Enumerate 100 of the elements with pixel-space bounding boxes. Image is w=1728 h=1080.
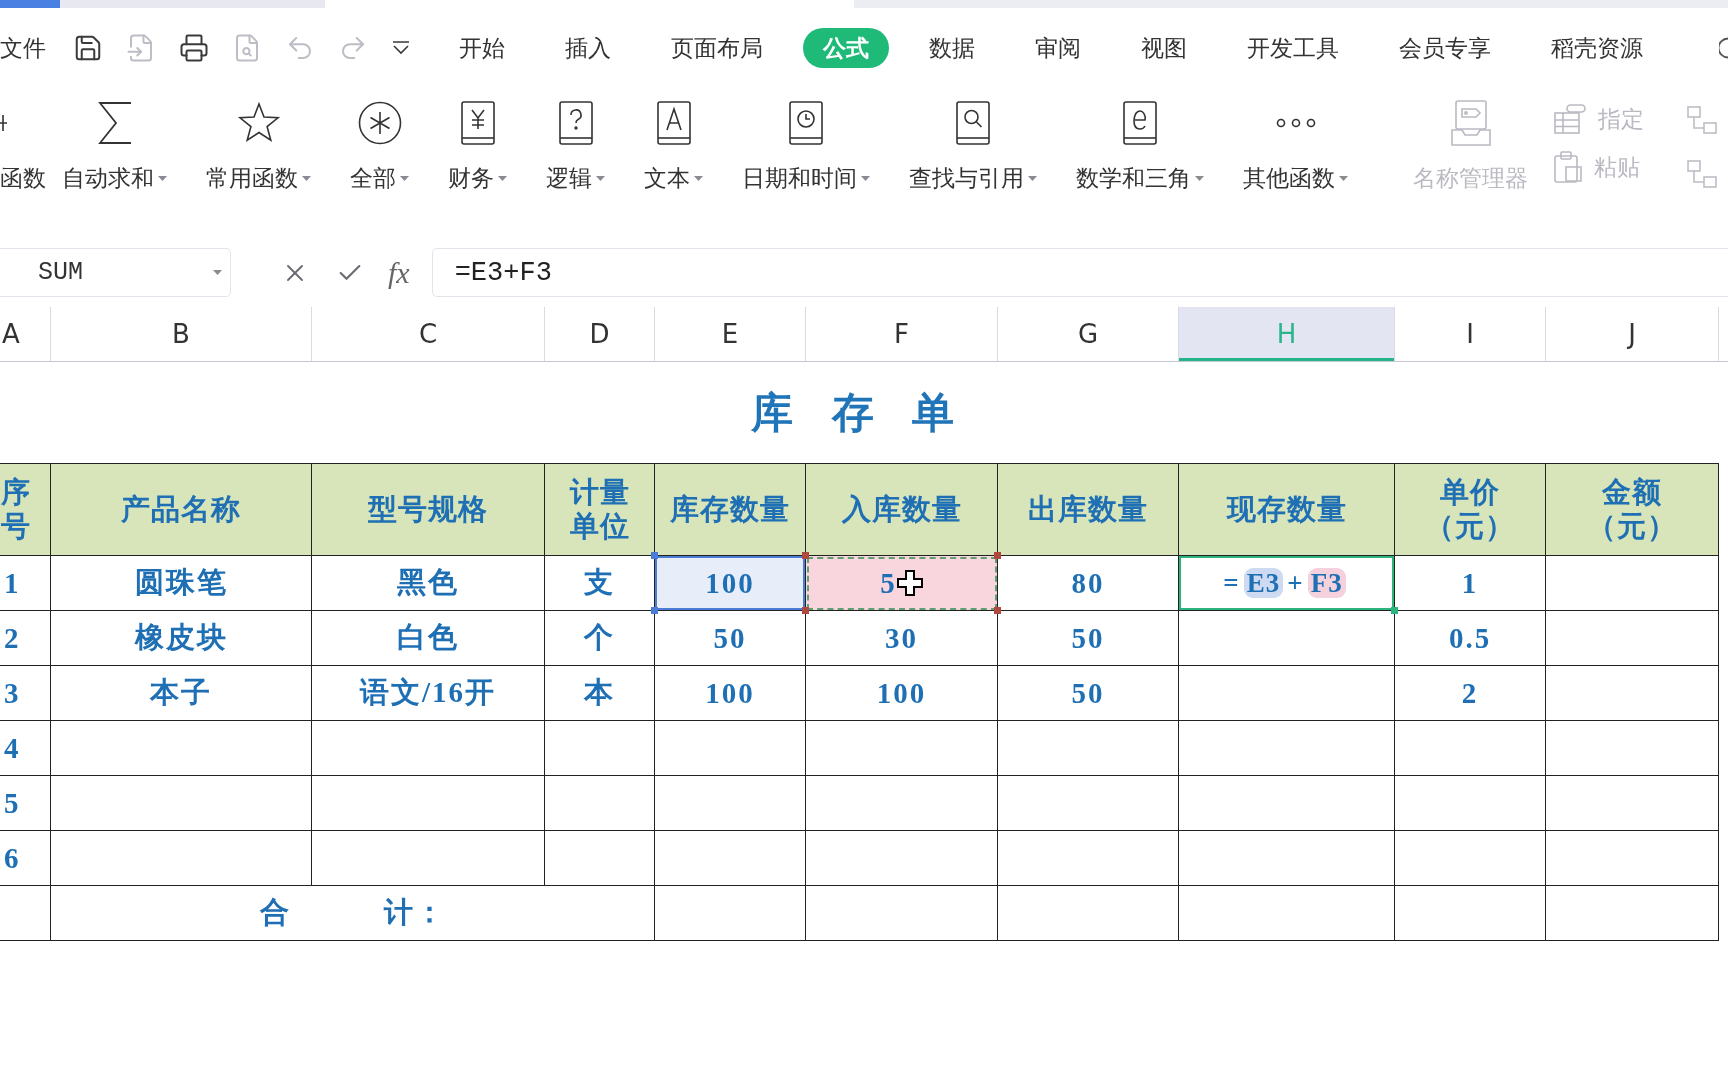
ribbon-button[interactable]: 日期和时间 [742, 96, 870, 192]
handle-icon[interactable] [651, 552, 658, 559]
table-cell: 50 [998, 666, 1179, 721]
sigma-icon [96, 101, 133, 145]
yen-book-icon [460, 101, 495, 145]
column-heading: 现存数量 [1179, 463, 1395, 556]
tag-tray-icon [1450, 100, 1491, 146]
column-heading: 产品名称 [51, 463, 312, 556]
caret-icon [302, 175, 311, 181]
column-header[interactable]: E [655, 307, 806, 361]
table-cell: 白色 [312, 611, 545, 666]
menu-tab[interactable]: 视图 [1121, 28, 1207, 68]
caret-icon [1339, 175, 1348, 181]
handle-icon[interactable] [651, 607, 658, 614]
column-heading: 序 号 [0, 463, 51, 556]
menu-tab[interactable]: 会员专享 [1379, 28, 1511, 68]
letter-e-book-icon [1123, 101, 1157, 145]
column-header[interactable]: B [51, 307, 312, 361]
total-label: 合 计： [51, 886, 655, 941]
handle-icon[interactable] [1391, 607, 1398, 614]
caret-icon [694, 175, 703, 181]
star-icon [236, 102, 281, 144]
table-cell: 2 [0, 611, 51, 666]
cross-fragment-icon [0, 112, 8, 134]
ribbon-button[interactable]: 逻辑 [546, 96, 605, 192]
table-cell: 语文/16开 [312, 666, 545, 721]
caret-icon [861, 175, 870, 181]
search-icon[interactable] [1719, 37, 1728, 59]
cell-reference[interactable]: F3 [1307, 567, 1346, 598]
formula-field[interactable]: =E3+F3 [431, 248, 1728, 297]
table-cell: 50 [655, 611, 806, 666]
menu-tab[interactable]: 数据 [909, 28, 995, 68]
table-cell: 橡皮块 [51, 611, 312, 666]
clipboard-icon [1554, 151, 1582, 183]
column-header[interactable]: A [0, 307, 51, 361]
save-icon[interactable] [73, 33, 103, 63]
handle-icon[interactable] [802, 607, 809, 614]
search-book-icon [956, 101, 990, 145]
column-header[interactable]: I [1395, 307, 1546, 361]
table-cell: 100 [806, 666, 998, 721]
column-heading: 入库数量 [806, 463, 998, 556]
table-cell: 6 [0, 831, 51, 886]
menu-tab[interactable]: 插入 [545, 28, 631, 68]
column-heading: 单价 （元） [1395, 463, 1546, 556]
table-cell: 0.5 [1395, 611, 1546, 666]
cell-reference[interactable]: E3 [1243, 567, 1284, 598]
column-header[interactable]: J [1546, 307, 1719, 361]
insert-function-button[interactable]: fx [388, 255, 410, 290]
clock-book-icon [789, 101, 823, 145]
ribbon-button[interactable]: 查找与引用 [909, 96, 1037, 192]
table-cell: 黑色 [312, 556, 545, 611]
menu-tab[interactable]: 开始 [439, 28, 525, 68]
column-header[interactable]: D [545, 307, 655, 361]
column-heading: 库存数量 [655, 463, 806, 556]
caret-icon [1195, 175, 1204, 181]
handle-icon[interactable] [802, 552, 809, 559]
cell-formula: = E3 + F3 [1223, 567, 1350, 599]
table-cell: 1 [0, 556, 51, 611]
table-cell: 50 [998, 611, 1179, 666]
caret-icon [158, 175, 167, 181]
column-heading: 出库数量 [998, 463, 1179, 556]
ribbon-button[interactable]: 文本 [644, 96, 703, 192]
menu-tab[interactable]: 页面布局 [651, 28, 783, 68]
table-cell: 5 [0, 776, 51, 831]
handle-icon[interactable] [994, 552, 1001, 559]
name-box[interactable]: SUM [0, 248, 231, 297]
ribbon-button[interactable]: 全部 [350, 96, 409, 192]
ribbon-button[interactable]: 其他函数 [1243, 96, 1348, 192]
handle-icon[interactable] [994, 607, 1001, 614]
caret-icon [498, 175, 507, 181]
question-book-icon [558, 101, 593, 145]
ribbon-button[interactable]: 自动求和 [62, 96, 167, 192]
column-header[interactable]: F [806, 307, 998, 361]
asterisk-circle-icon [357, 101, 402, 145]
column-heading: 型号规格 [312, 463, 545, 556]
printer-icon[interactable] [179, 33, 209, 63]
menu-tab[interactable]: 稻壳资源 [1531, 28, 1663, 68]
table-cell: 30 [806, 611, 998, 666]
caret-icon[interactable] [213, 270, 222, 275]
letter-a-book-icon [656, 101, 691, 145]
table-cell: 个 [545, 611, 655, 666]
menu-tab[interactable]: 开发工具 [1227, 28, 1359, 68]
table-tag-icon [1554, 104, 1586, 134]
table-cell: 1 [1395, 556, 1546, 611]
table-cell: 80 [998, 556, 1179, 611]
ribbon-button[interactable]: 函数 [0, 96, 46, 192]
chevron-down-icon[interactable] [391, 40, 411, 56]
file-menu[interactable]: 文件 [0, 32, 46, 64]
empty-cell [0, 886, 51, 941]
ribbon-button[interactable]: 财务 [448, 96, 507, 192]
table-cell: 圆珠笔 [51, 556, 312, 611]
table-cell: 4 [0, 721, 51, 776]
column-heading: 计量 单位 [545, 463, 655, 556]
column-header[interactable]: C [312, 307, 545, 361]
table-cell: 本子 [51, 666, 312, 721]
table-cell: 3 [0, 666, 51, 721]
ribbon-button[interactable]: 常用函数 [206, 96, 311, 192]
ribbon-button[interactable]: 数学和三角 [1076, 96, 1204, 192]
column-heading: 金额 （元） [1546, 463, 1719, 556]
menu-tab[interactable]: 审阅 [1015, 28, 1101, 68]
